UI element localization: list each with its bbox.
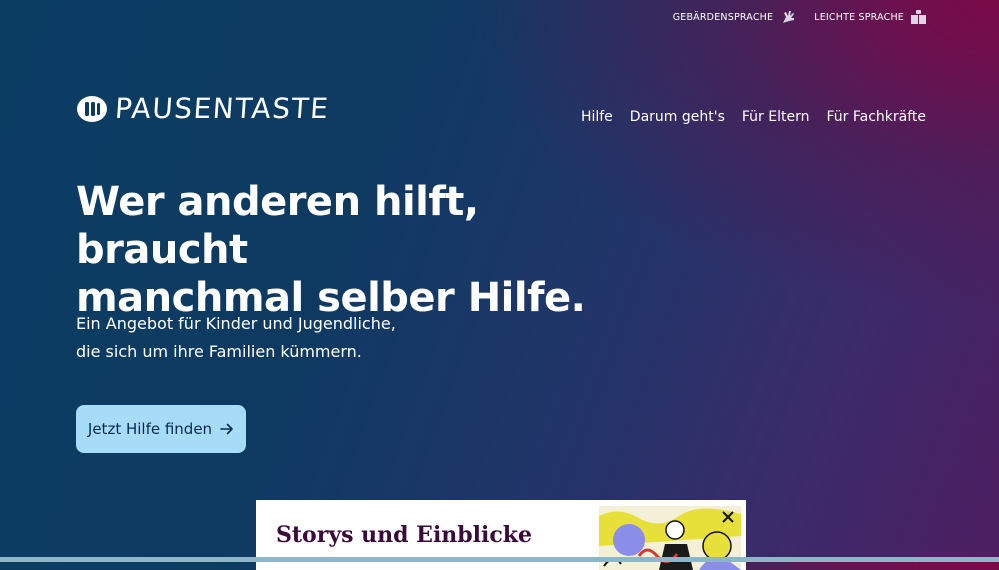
hero-title: Wer anderen hilft, braucht manchmal selb… bbox=[76, 178, 636, 322]
main-navigation: Hilfe Darum geht's Für Eltern Für Fachkr… bbox=[581, 109, 926, 125]
site-logo[interactable]: PAUSENTASTE bbox=[76, 92, 331, 125]
hero-subtitle-line-1: Ein Angebot für Kinder und Jugendliche, bbox=[76, 314, 396, 333]
easy-language-link[interactable]: LEICHTE SPRACHE bbox=[814, 10, 926, 24]
nav-item-fuer-fachkraefte[interactable]: Für Fachkräfte bbox=[826, 109, 926, 125]
sign-language-label: GEBÄRDENSPRACHE bbox=[672, 11, 774, 23]
nav-item-darum-gehts[interactable]: Darum geht's bbox=[630, 109, 725, 125]
sign-language-link[interactable]: GEBÄRDENSPRACHE bbox=[673, 10, 797, 24]
arrow-right-icon bbox=[220, 423, 233, 435]
bottom-band bbox=[0, 557, 999, 562]
nav-item-hilfe[interactable]: Hilfe bbox=[581, 109, 613, 125]
hero-subtitle: Ein Angebot für Kinder und Jugendliche, … bbox=[76, 310, 496, 366]
find-help-button-label: Jetzt Hilfe finden bbox=[87, 420, 213, 438]
stories-card-title: Storys und Einblicke bbox=[276, 522, 533, 548]
logo-text: PAUSENTASTE bbox=[113, 92, 331, 125]
hands-icon bbox=[783, 11, 795, 23]
nav-item-fuer-eltern[interactable]: Für Eltern bbox=[742, 109, 810, 125]
top-utility-bar: GEBÄRDENSPRACHE LEICHTE SPRACHE bbox=[673, 10, 926, 24]
easy-language-label: LEICHTE SPRACHE bbox=[814, 11, 904, 23]
pause-button-logo-icon bbox=[77, 95, 107, 122]
hero-title-line-1: Wer anderen hilft, braucht bbox=[76, 179, 479, 273]
find-help-button[interactable]: Jetzt Hilfe finden bbox=[76, 405, 246, 453]
book-icon bbox=[911, 10, 926, 24]
hero-subtitle-line-2: die sich um ihre Familien kümmern. bbox=[76, 342, 362, 361]
